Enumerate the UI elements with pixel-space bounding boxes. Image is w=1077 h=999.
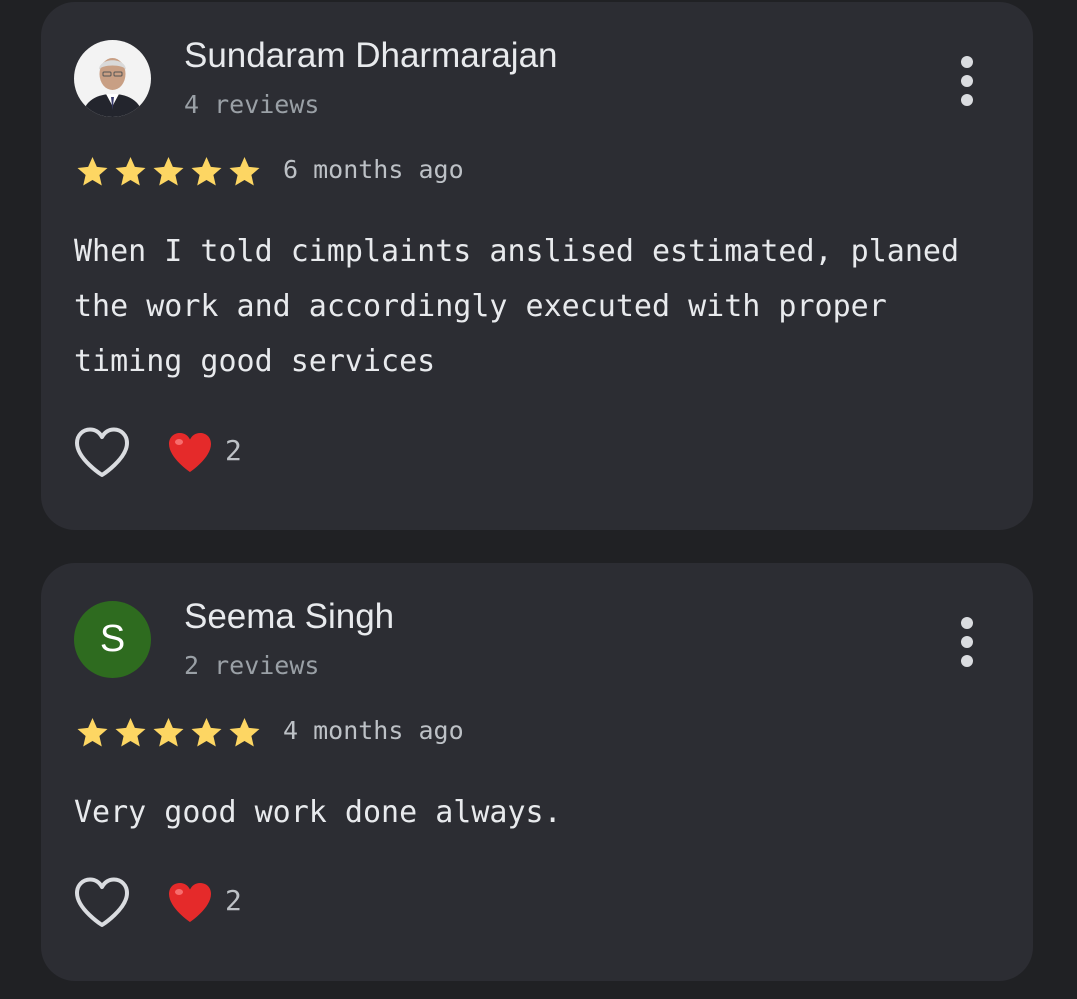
reaction-count: 2 [225, 434, 242, 467]
review-count: 2 reviews [184, 651, 320, 680]
star-icon [115, 718, 146, 747]
star-icon [191, 157, 222, 186]
star-rating [74, 713, 264, 753]
star-icon [229, 157, 260, 186]
star-icon [153, 718, 184, 747]
like-button[interactable] [73, 426, 131, 480]
avatar[interactable]: S [74, 601, 151, 678]
star-icon [77, 718, 108, 747]
reaction-count: 2 [225, 884, 242, 917]
star-icon [115, 157, 146, 186]
review-time: 4 months ago [283, 716, 464, 745]
review-text: When I told cimplaints anslised estimate… [74, 234, 960, 379]
avatar[interactable] [74, 40, 151, 117]
more-vert-icon[interactable] [949, 52, 985, 112]
red-heart-icon [167, 881, 213, 925]
review-card: S Seema Singh 2 reviews 4 months ago Ver… [41, 563, 1033, 981]
review-time: 6 months ago [283, 155, 464, 184]
star-rating [74, 152, 264, 192]
star-icon [229, 718, 260, 747]
heart-outline-icon [75, 427, 129, 477]
red-heart-icon [167, 431, 213, 475]
review-count: 4 reviews [184, 90, 320, 119]
avatar-photo [74, 40, 151, 117]
star-icon [191, 718, 222, 747]
more-vert-icon[interactable] [949, 613, 985, 673]
reviewer-name[interactable]: Seema Singh [184, 597, 394, 637]
review-card: Sundaram Dharmarajan 4 reviews 6 months … [41, 2, 1033, 530]
star-icon [77, 157, 108, 186]
heart-outline-icon [75, 877, 129, 927]
reviewer-name[interactable]: Sundaram Dharmarajan [184, 36, 558, 76]
review-text: Very good work done always. [74, 795, 562, 830]
star-icon [153, 157, 184, 186]
like-button[interactable] [73, 876, 131, 930]
